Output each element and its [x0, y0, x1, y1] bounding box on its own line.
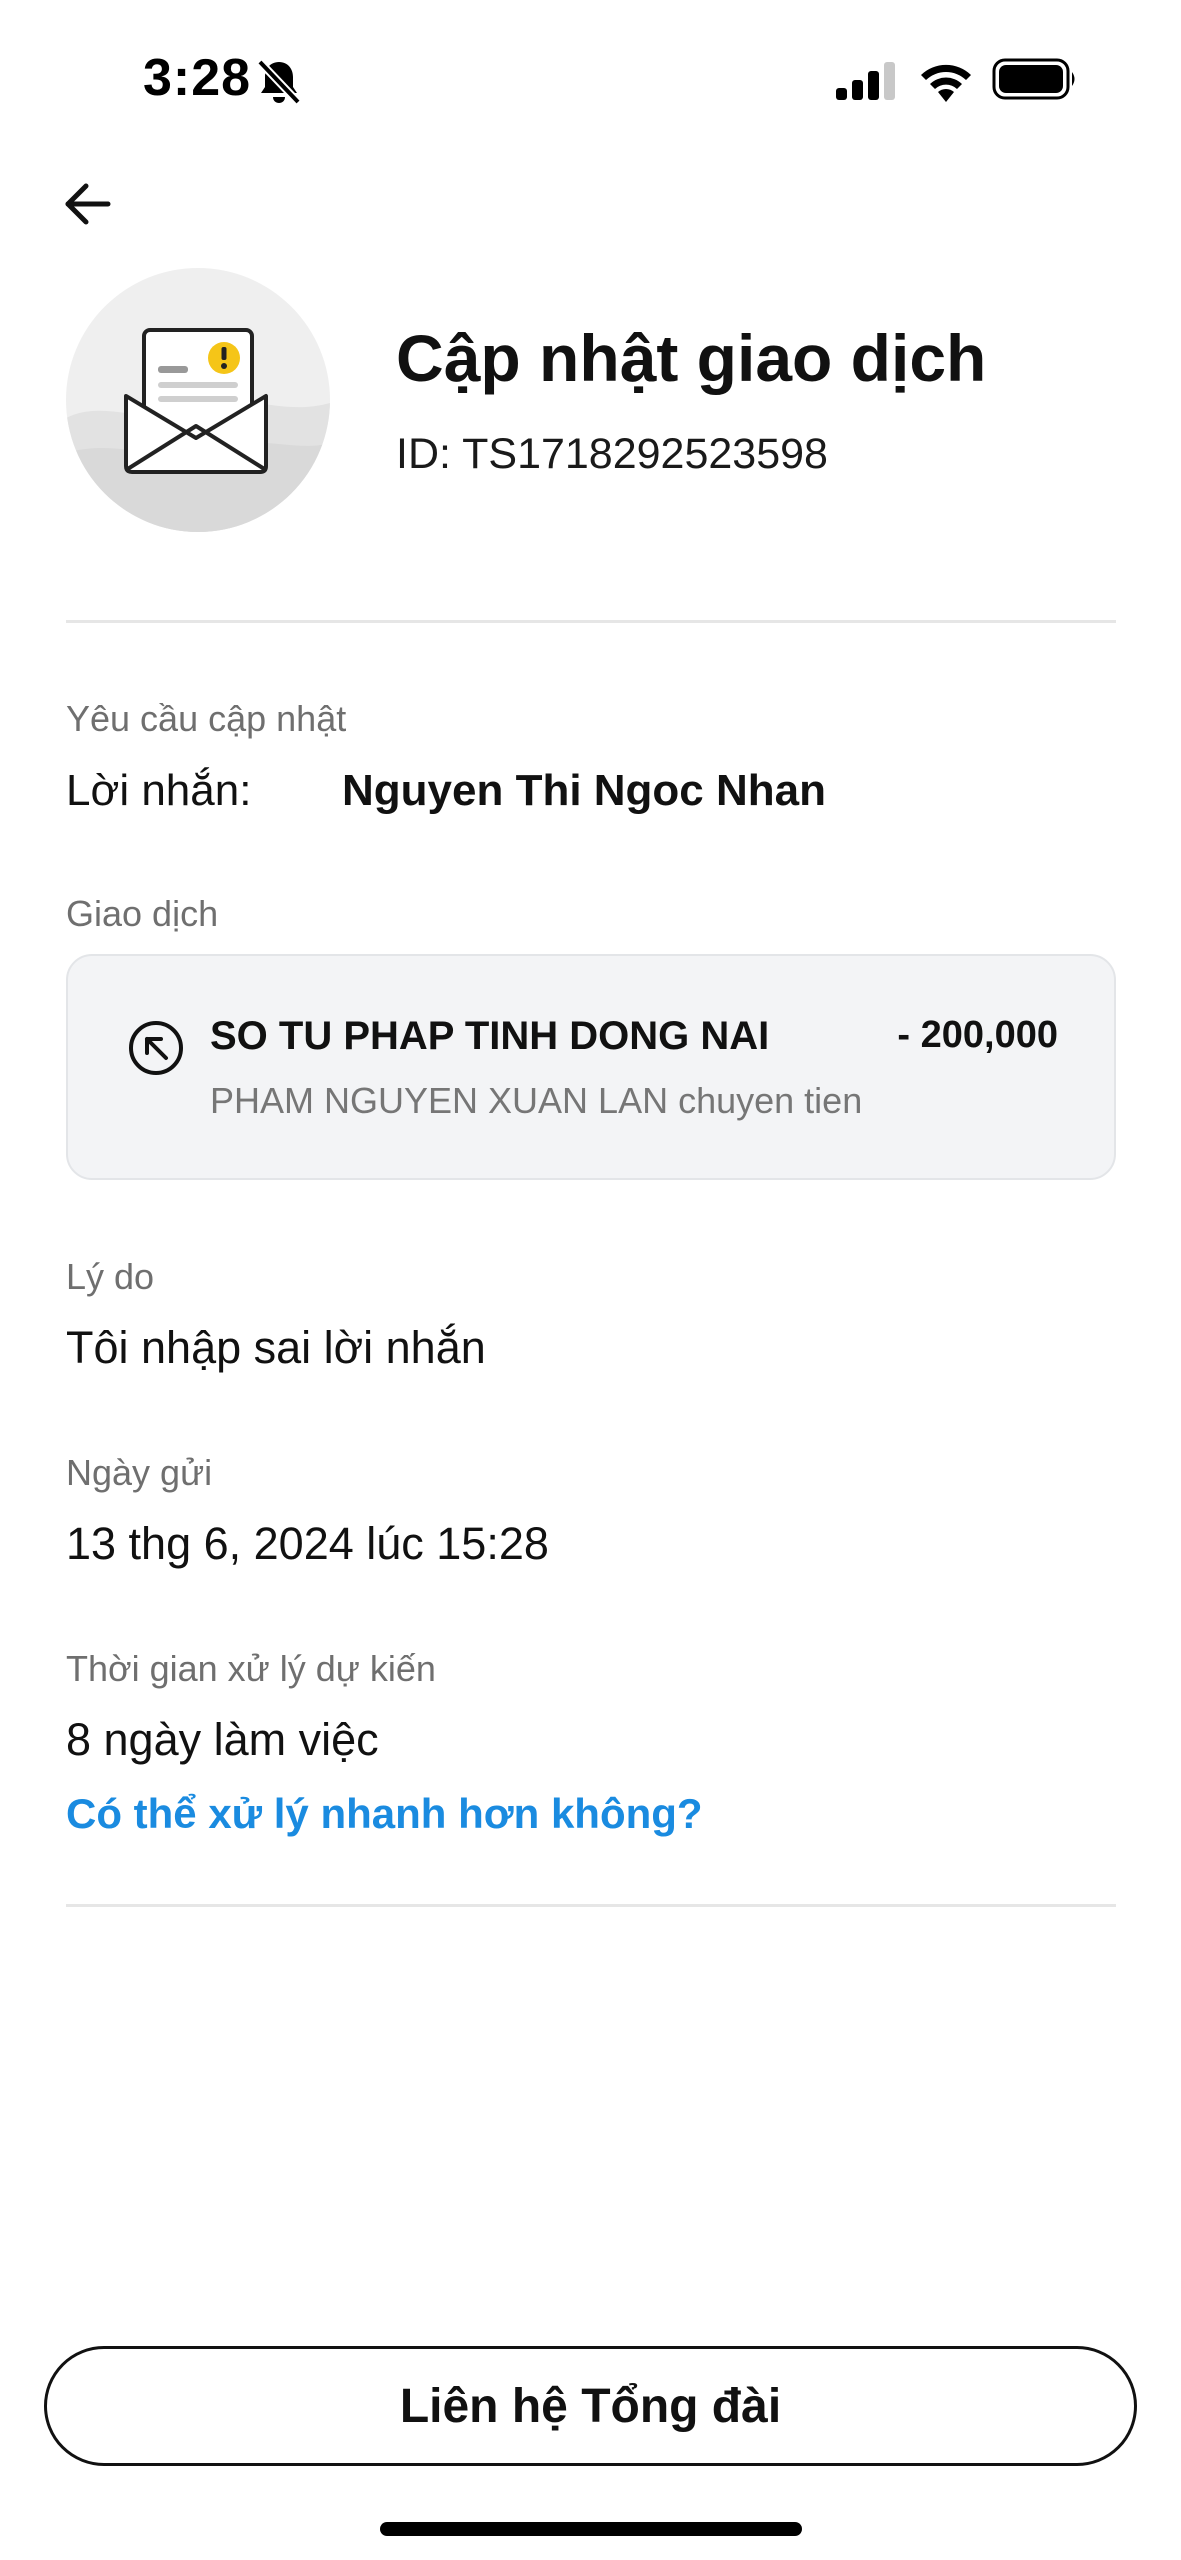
- home-indicator: [380, 2522, 802, 2536]
- contact-hotline-label: Liên hệ Tổng đài: [399, 2379, 782, 2433]
- update-request-label: Yêu cầu cập nhật: [66, 698, 347, 739]
- transaction-section-label: Giao dịch: [66, 893, 219, 934]
- transaction-amount: - 200,000: [897, 1014, 1058, 1056]
- message-value: Nguyen Thi Ngoc Nhan: [342, 766, 826, 815]
- processing-time-value: 8 ngày làm việc: [66, 1714, 379, 1765]
- transaction-card[interactable]: SO TU PHAP TINH DONG NAI - 200,000 PHAM …: [66, 954, 1116, 1180]
- sent-date-value: 13 thg 6, 2024 lúc 15:28: [66, 1518, 549, 1569]
- wifi-icon: [921, 64, 971, 102]
- processing-time-label: Thời gian xử lý dự kiến: [66, 1648, 436, 1689]
- battery-icon: [992, 58, 1075, 100]
- faster-processing-link[interactable]: Có thể xử lý nhanh hơn không?: [66, 1790, 703, 1838]
- outgoing-arrow-icon: [129, 1021, 183, 1075]
- signal-icon: [836, 62, 895, 100]
- envelope-alert-icon: [66, 268, 330, 532]
- transaction-name: SO TU PHAP TINH DONG NAI: [210, 1014, 770, 1058]
- divider: [66, 620, 1116, 623]
- page-title: Cập nhật giao dịch: [396, 321, 987, 395]
- status-time: 3:28: [143, 49, 252, 107]
- transaction-description: PHAM NGUYEN XUAN LAN chuyen tien: [210, 1080, 863, 1121]
- message-label: Lời nhắn:: [66, 766, 252, 815]
- back-arrow-icon[interactable]: [62, 178, 114, 230]
- bell-slash-icon: [257, 59, 301, 105]
- divider: [66, 1904, 1116, 1907]
- reason-value: Tôi nhập sai lời nhắn: [66, 1322, 486, 1373]
- sent-date-label: Ngày gửi: [66, 1452, 213, 1493]
- reason-label: Lý do: [66, 1256, 155, 1297]
- contact-hotline-button[interactable]: Liên hệ Tổng đài: [44, 2346, 1137, 2466]
- request-id: ID: TS1718292523598: [396, 430, 828, 478]
